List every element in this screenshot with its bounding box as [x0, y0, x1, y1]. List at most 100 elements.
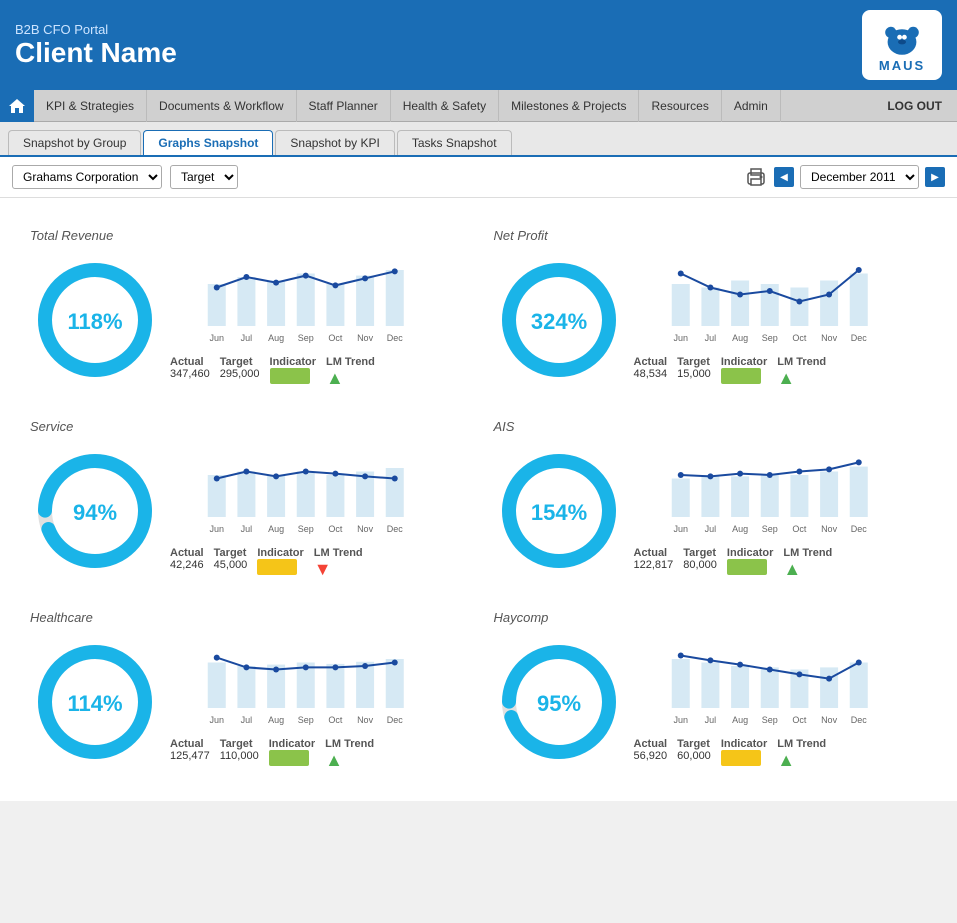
kpi-card-0: Total Revenue 118% JunJulAugSepOctNovDec… [20, 218, 474, 399]
stat-trend-1: LM Trend ▲ [777, 356, 826, 389]
svg-text:Sep: Sep [761, 333, 777, 343]
chart-container-5: JunJulAugSepOctNovDec Actual 56,920 Targ… [634, 633, 928, 771]
nav-kpi[interactable]: KPI & Strategies [34, 90, 147, 122]
svg-text:94%: 94% [73, 500, 117, 525]
svg-text:Jun: Jun [673, 524, 688, 534]
stat-target-1: Target 15,000 [677, 356, 711, 380]
chart-container-3: JunJulAugSepOctNovDec Actual 122,817 Tar… [634, 442, 928, 580]
svg-text:Jul: Jul [241, 524, 253, 534]
tab-tasks-snapshot[interactable]: Tasks Snapshot [397, 130, 512, 155]
stat-indicator-3: Indicator [727, 547, 773, 575]
stat-indicator-0: Indicator [270, 356, 316, 384]
print-button[interactable] [744, 165, 768, 189]
controls-bar: Grahams Corporation Target ◀ December 20… [0, 157, 957, 198]
svg-text:Jul: Jul [241, 333, 253, 343]
kpi-body-3: 154% JunJulAugSepOctNovDec Actual 122,81… [494, 442, 928, 580]
stat-actual-4: Actual 125,477 [170, 738, 210, 762]
nav-milestones[interactable]: Milestones & Projects [499, 90, 639, 122]
portal-subtitle: B2B CFO Portal [15, 22, 177, 37]
mini-chart: JunJulAugSepOctNovDec [170, 251, 464, 346]
svg-text:Sep: Sep [298, 524, 314, 534]
svg-text:Sep: Sep [761, 524, 777, 534]
stats-row-3: Actual 122,817 Target 80,000 Indicator L… [634, 547, 928, 580]
nav-staff[interactable]: Staff Planner [297, 90, 391, 122]
donut-2: 94% [30, 446, 160, 576]
svg-text:Jun: Jun [673, 715, 688, 725]
svg-text:Dec: Dec [850, 715, 867, 725]
type-select[interactable]: Target [170, 165, 238, 189]
svg-text:Aug: Aug [268, 524, 284, 534]
next-period-button[interactable]: ▶ [925, 167, 945, 187]
svg-text:Dec: Dec [387, 524, 404, 534]
svg-text:Jul: Jul [241, 715, 253, 725]
header-left: B2B CFO Portal Client Name [15, 22, 177, 69]
indicator-box-1 [721, 368, 761, 384]
svg-text:Aug: Aug [732, 524, 748, 534]
stat-target-4: Target 110,000 [220, 738, 259, 762]
tab-snapshot-kpi[interactable]: Snapshot by KPI [275, 130, 394, 155]
mini-chart: JunJulAugSepOctNovDec [634, 633, 928, 728]
nav-docs[interactable]: Documents & Workflow [147, 90, 296, 122]
svg-text:Jun: Jun [209, 524, 224, 534]
svg-text:Sep: Sep [761, 715, 777, 725]
kpi-body-0: 118% JunJulAugSepOctNovDec Actual 347,46… [30, 251, 464, 389]
kpi-card-2: Service 94% JunJulAugSepOctNovDec Actual… [20, 409, 474, 590]
tab-snapshot-group[interactable]: Snapshot by Group [8, 130, 141, 155]
nav-admin[interactable]: Admin [722, 90, 781, 122]
svg-text:324%: 324% [530, 309, 586, 334]
svg-text:Oct: Oct [792, 715, 807, 725]
svg-text:Dec: Dec [387, 333, 404, 343]
kpi-card-4: Healthcare 114% JunJulAugSepOctNovDec Ac… [20, 600, 474, 781]
logout-button[interactable]: LOG OUT [872, 90, 957, 122]
stat-actual-3: Actual 122,817 [634, 547, 674, 571]
company-select[interactable]: Grahams Corporation [12, 165, 162, 189]
svg-text:Oct: Oct [792, 524, 807, 534]
mini-chart: JunJulAugSepOctNovDec [634, 251, 928, 346]
svg-text:Nov: Nov [821, 524, 838, 534]
svg-text:114%: 114% [67, 691, 122, 716]
svg-text:Jun: Jun [209, 333, 224, 343]
stat-indicator-4: Indicator [269, 738, 315, 766]
stat-target-5: Target 60,000 [677, 738, 711, 762]
stat-target-2: Target 45,000 [214, 547, 248, 571]
svg-text:Jun: Jun [673, 333, 688, 343]
nav-health[interactable]: Health & Safety [391, 90, 499, 122]
logo-text: MAUS [879, 58, 925, 73]
kpi-title-1: Net Profit [494, 228, 928, 243]
svg-text:Dec: Dec [387, 715, 404, 725]
kpi-grid: Total Revenue 118% Jun Jul Aug Sep Oct Nov Dec… [10, 208, 947, 791]
stat-target-0: Target 295,000 [220, 356, 260, 380]
svg-text:Dec: Dec [850, 524, 867, 534]
stat-indicator-5: Indicator [721, 738, 767, 766]
kpi-card-3: AIS 154% JunJulAugSepOctNovDec Actual 12… [484, 409, 938, 590]
stat-trend-3: LM Trend ▲ [783, 547, 832, 580]
mini-chart: JunJulAugSepOctNovDec [634, 442, 928, 537]
svg-text:Dec: Dec [850, 333, 867, 343]
nav-resources[interactable]: Resources [639, 90, 721, 122]
stat-actual-1: Actual 48,534 [634, 356, 668, 380]
stat-trend-2: LM Trend ▼ [314, 547, 363, 580]
tab-bar: Snapshot by Group Graphs Snapshot Snapsh… [0, 122, 957, 157]
nav-bar: KPI & Strategies Documents & Workflow St… [0, 90, 957, 122]
period-select[interactable]: December 2011 [800, 165, 919, 189]
trend-arrow-4: ▲ [325, 750, 343, 771]
svg-text:95%: 95% [536, 691, 580, 716]
tab-graphs-snapshot[interactable]: Graphs Snapshot [143, 130, 273, 155]
stat-trend-4: LM Trend ▲ [325, 738, 374, 771]
svg-text:Jul: Jul [704, 715, 716, 725]
svg-text:Sep: Sep [298, 333, 314, 343]
donut-1: 324% [494, 255, 624, 385]
trend-arrow-5: ▲ [777, 750, 795, 771]
client-title: Client Name [15, 37, 177, 69]
prev-period-button[interactable]: ◀ [774, 167, 794, 187]
home-button[interactable] [0, 90, 34, 122]
svg-text:Oct: Oct [792, 333, 807, 343]
kpi-body-1: 324% JunJulAugSepOctNovDec Actual 48,534… [494, 251, 928, 389]
svg-text:Sep: Sep [298, 715, 314, 725]
donut-3: 154% [494, 446, 624, 576]
trend-arrow-0: ▲ [326, 368, 344, 389]
kpi-title-0: Total Revenue [30, 228, 464, 243]
donut-0: 118% [30, 255, 160, 385]
mini-chart: JunJulAugSepOctNovDec [170, 442, 464, 537]
svg-text:Aug: Aug [268, 333, 284, 343]
